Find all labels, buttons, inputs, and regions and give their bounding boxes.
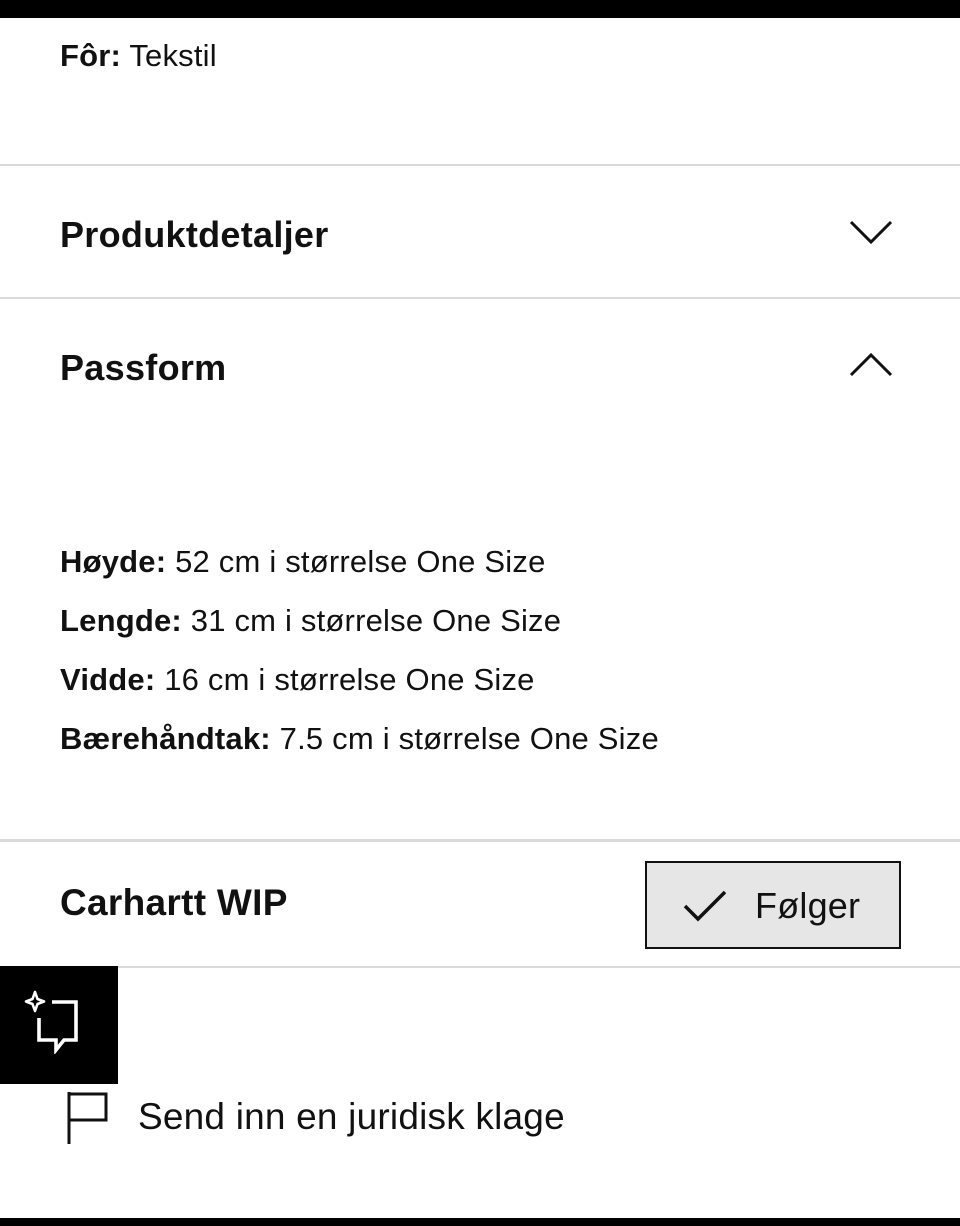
brand-name: Carhartt WIP — [60, 882, 288, 923]
accordion-product-details[interactable]: Produktdetaljer — [0, 166, 960, 298]
accordion-title-product-details: Produktdetaljer — [60, 214, 329, 255]
fit-detail-label: Lengde: — [60, 603, 182, 638]
accordion-fit[interactable]: Passform — [0, 299, 960, 431]
fit-details-list: Høyde: 52 cm i størrelse One Size Lengde… — [60, 532, 659, 768]
flag-icon — [67, 1092, 108, 1144]
follow-brand-button[interactable]: Følger — [645, 861, 901, 949]
lining-label: Fôr: — [60, 38, 122, 73]
fit-detail-label: Bærehåndtak: — [60, 721, 271, 756]
fit-detail-label: Høyde: — [60, 544, 167, 579]
fit-detail-label: Vidde: — [60, 662, 156, 697]
divider — [0, 966, 960, 968]
fit-detail-value: 16 cm i størrelse One Size — [164, 662, 535, 697]
sparkle-chat-icon — [24, 990, 78, 1054]
divider — [0, 839, 960, 842]
chevron-up-icon — [849, 352, 893, 377]
follow-button-label: Følger — [755, 885, 861, 926]
legal-complaint-link[interactable]: Send inn en juridisk klage — [60, 1090, 680, 1150]
fit-detail-value: 31 cm i størrelse One Size — [190, 603, 562, 638]
fit-detail-row: Høyde: 52 cm i størrelse One Size — [60, 532, 659, 591]
lining-material: Fôr: Tekstil — [60, 36, 217, 76]
fit-detail-value: 52 cm i størrelse One Size — [175, 544, 546, 579]
fit-detail-value: 7.5 cm i størrelse One Size — [279, 721, 659, 756]
product-page-screen: Fôr: Tekstil Produktdetaljer Passform Hø… — [0, 18, 960, 1218]
chevron-down-icon — [849, 220, 893, 245]
ai-assistant-button[interactable] — [0, 966, 118, 1084]
legal-complaint-label: Send inn en juridisk klage — [138, 1096, 565, 1137]
accordion-title-fit: Passform — [60, 347, 227, 388]
lining-value: Tekstil — [129, 38, 217, 73]
checkmark-icon — [683, 890, 727, 922]
fit-detail-row: Bærehåndtak: 7.5 cm i størrelse One Size — [60, 709, 659, 768]
fit-detail-row: Vidde: 16 cm i størrelse One Size — [60, 650, 659, 709]
fit-detail-row: Lengde: 31 cm i størrelse One Size — [60, 591, 659, 650]
